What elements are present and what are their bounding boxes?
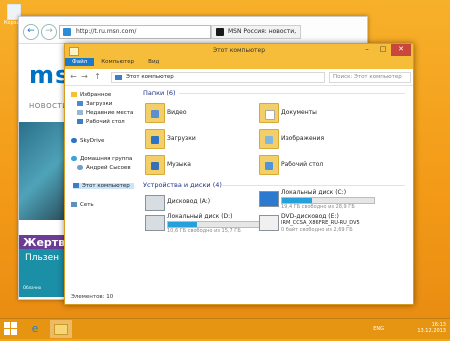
address-bar[interactable]: http://t.ru.msn.com/ [59, 25, 211, 39]
clock[interactable]: 16:13 13.12.2013 [417, 322, 446, 334]
computer-icon [115, 75, 122, 80]
folder-pictures[interactable]: Изображения [259, 129, 379, 151]
minimize-button[interactable]: – [359, 44, 375, 56]
navigation-bar: ← → ↑ Этот компьютер Поиск: Этот компьют… [65, 69, 413, 86]
tab-view[interactable]: Вид [141, 58, 166, 66]
video-folder-icon [145, 103, 165, 123]
section-divider [179, 93, 405, 94]
folder-music[interactable]: Музыка [145, 155, 265, 177]
explorer-window[interactable]: Этот компьютер – □ ✕ Файл Компьютер Вид ← → … [64, 43, 414, 305]
up-arrow-icon[interactable]: ↑ [93, 72, 102, 81]
sidebar-item-user[interactable]: Андрей Сысоев [77, 165, 131, 171]
sidebar-favorites[interactable]: Избранное [71, 92, 111, 98]
status-bar: Элементов: 10 [71, 294, 114, 300]
desktop-icon [77, 119, 83, 124]
folder-documents[interactable]: Документы [259, 103, 379, 125]
address-text: http://t.ru.msn.com/ [76, 28, 137, 35]
network-icon [71, 202, 77, 207]
documents-folder-icon [259, 103, 279, 123]
search-placeholder: Поиск: Этот компьютер [333, 74, 402, 80]
tab-title: MSN Россия: новости, эле... [228, 28, 296, 35]
navigation-pane: Избранное Загрузки Недавние места Рабочи… [65, 86, 135, 290]
drive-c-usage-fill [282, 198, 313, 203]
folders-header[interactable]: Папки (6) [143, 89, 176, 97]
content-pane: Папки (6) Видео Документы Загрузки Изобр… [137, 86, 409, 290]
window-controls: – □ ✕ [359, 44, 411, 56]
tab-file[interactable]: Файл [65, 58, 95, 66]
breadcrumb[interactable]: Этот компьютер [111, 72, 325, 83]
music-folder-icon [145, 155, 165, 175]
title-bar[interactable]: Этот компьютер – □ ✕ [65, 44, 413, 58]
computer-icon [73, 183, 79, 188]
forward-arrow-icon[interactable]: → [80, 72, 89, 81]
browser-toolbar: ← → http://t.ru.msn.com/ MSN Россия: нов… [19, 17, 367, 44]
section-divider [221, 185, 405, 186]
drive-d-usage-fill [168, 222, 198, 227]
drive-c-usage-bar [281, 197, 375, 204]
drive-d-usage-bar [167, 221, 261, 228]
devices-header[interactable]: Устройства и диски (4) [143, 181, 222, 189]
site-favicon-icon [63, 28, 71, 36]
weather-city: Пльзен [25, 253, 60, 263]
start-button[interactable] [4, 322, 18, 336]
downloads-icon [77, 101, 83, 106]
drive-c[interactable]: Локальный диск (C:) 19,4 ГБ свободно из … [259, 189, 379, 215]
floppy-drive-icon [145, 195, 165, 211]
internet-explorer-taskbar-icon[interactable]: e [24, 320, 46, 338]
drive-d[interactable]: Локальный диск (D:) 10,6 ГБ свободно из … [145, 213, 265, 239]
forward-button[interactable]: → [41, 24, 57, 40]
sidebar-homegroup[interactable]: Домашняя группа [71, 156, 132, 162]
folder-desktop[interactable]: Рабочий стол [259, 155, 379, 177]
browser-tab[interactable]: MSN Россия: новости, эле... [211, 25, 301, 39]
downloads-folder-icon [145, 129, 165, 149]
language-indicator[interactable]: ENG [373, 326, 384, 332]
skydrive-icon [71, 138, 77, 143]
sidebar-network[interactable]: Сеть [71, 202, 94, 208]
homegroup-icon [71, 156, 77, 161]
user-icon [77, 165, 83, 170]
back-arrow-icon[interactable]: ← [69, 72, 78, 81]
sidebar-this-pc[interactable]: Этот компьютер [73, 183, 134, 189]
close-button[interactable]: ✕ [391, 44, 411, 56]
windows-drive-icon [259, 191, 279, 207]
file-explorer-taskbar-icon[interactable] [50, 320, 72, 338]
desktop-folder-icon [259, 155, 279, 175]
sidebar-item-downloads[interactable]: Загрузки [77, 101, 112, 107]
search-input[interactable]: Поиск: Этот компьютер [329, 72, 411, 83]
tab-computer[interactable]: Компьютер [94, 58, 141, 66]
breadcrumb-text: Этот компьютер [126, 74, 174, 80]
sidebar-item-desktop[interactable]: Рабочий стол [77, 119, 125, 125]
dvd-drive-icon [259, 215, 279, 231]
folder-downloads[interactable]: Загрузки [145, 129, 265, 151]
drive-e[interactable]: DVD-дисковод (E:) IRM_CCSA_X86FRE_RU-RU_… [259, 213, 379, 239]
ribbon-tabs: Файл Компьютер Вид [65, 58, 413, 69]
taskbar: e ENG 16:13 13.12.2013 [0, 318, 450, 339]
msn-tab-icon [216, 28, 224, 36]
back-button[interactable]: ← [23, 24, 39, 40]
hard-drive-icon [145, 215, 165, 231]
maximize-button[interactable]: □ [375, 44, 391, 56]
folder-video[interactable]: Видео [145, 103, 265, 125]
recent-places-icon [77, 110, 83, 115]
sidebar-skydrive[interactable]: SkyDrive [71, 138, 104, 144]
star-icon [71, 92, 77, 97]
weather-condition: Облачно [23, 285, 42, 290]
msn-nav-news[interactable]: НОВОСТИ [29, 102, 68, 110]
pictures-folder-icon [259, 129, 279, 149]
sidebar-item-recent[interactable]: Недавние места [77, 110, 133, 116]
